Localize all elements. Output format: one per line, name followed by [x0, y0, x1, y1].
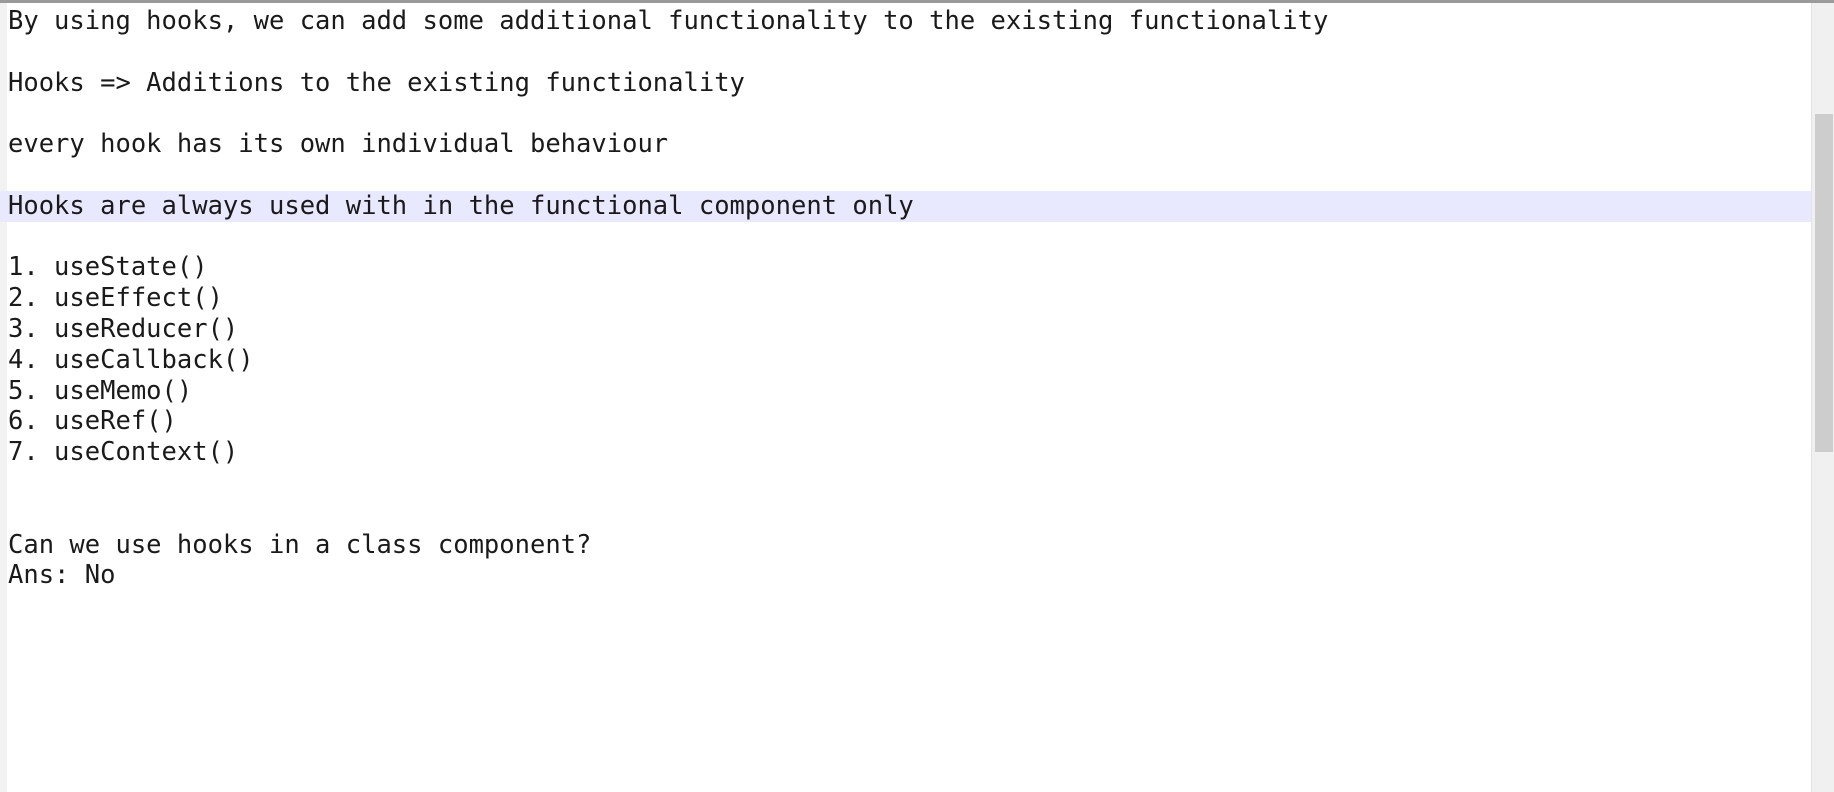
editor-line[interactable]: every hook has its own individual behavi… [0, 129, 1811, 160]
editor-line[interactable]: 6. useRef() [0, 406, 1811, 437]
editor-line[interactable] [0, 160, 1811, 191]
vertical-scrollbar[interactable] [1811, 3, 1834, 792]
editor-line[interactable]: Hooks => Additions to the existing funct… [0, 68, 1811, 99]
editor-window: By using hooks, we can add some addition… [0, 0, 1834, 792]
editor-line[interactable] [0, 468, 1811, 499]
editor-line[interactable]: 7. useContext() [0, 437, 1811, 468]
editor-current-line[interactable]: Hooks are always used with in the functi… [0, 190, 1811, 222]
text-editor[interactable]: By using hooks, we can add some addition… [0, 3, 1811, 792]
editor-line[interactable] [0, 222, 1811, 253]
editor-line[interactable] [0, 499, 1811, 530]
editor-line[interactable]: Ans: No [0, 560, 1811, 591]
editor-line[interactable]: By using hooks, we can add some addition… [0, 6, 1811, 37]
editor-line[interactable] [0, 98, 1811, 129]
editor-line[interactable]: 3. useReducer() [0, 314, 1811, 345]
editor-line[interactable]: 5. useMemo() [0, 376, 1811, 407]
editor-line[interactable]: 1. useState() [0, 252, 1811, 283]
editor-line[interactable] [0, 37, 1811, 68]
editor-line[interactable]: Can we use hooks in a class component? [0, 530, 1811, 561]
scrollbar-thumb[interactable] [1815, 114, 1833, 452]
editor-line[interactable]: 4. useCallback() [0, 345, 1811, 376]
editor-line[interactable]: 2. useEffect() [0, 283, 1811, 314]
